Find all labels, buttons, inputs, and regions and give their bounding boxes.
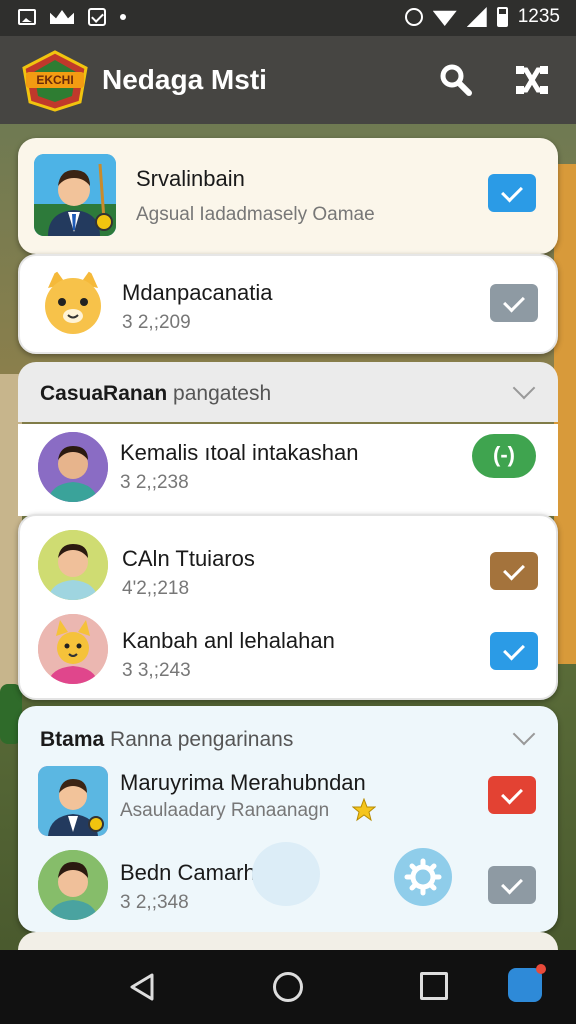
- list-item[interactable]: Srvalinbain Agsual Iadadmasely Oamae: [18, 138, 558, 254]
- shuffle-icon: [516, 66, 548, 94]
- item-checkbox[interactable]: [490, 552, 538, 590]
- wifi-icon: [432, 10, 457, 26]
- list-item[interactable]: Mdanpacanatia 3 2,;209: [18, 254, 558, 354]
- list-item[interactable]: Kanbah anl lehalahan 3 3,;243: [20, 614, 556, 698]
- item-checkbox[interactable]: [488, 866, 536, 904]
- app-logo: EKCHI: [20, 50, 90, 112]
- item-subtitle: 3 3,;243: [122, 660, 191, 681]
- item-title: Kemalis ıtoal intakashan: [120, 440, 359, 465]
- fox-avatar: [38, 614, 108, 684]
- app-title: Nedaga Msti: [102, 64, 267, 95]
- star-icon: [352, 798, 376, 822]
- toggle-button[interactable]: (-): [472, 434, 536, 478]
- navigation-bar: [0, 950, 576, 1024]
- item-subtitle: Asaulaadary Ranaanagn: [120, 800, 330, 821]
- shuffle-button[interactable]: [512, 60, 552, 100]
- chevron-down-icon[interactable]: [512, 376, 536, 400]
- chevron-down-icon[interactable]: [512, 722, 536, 746]
- signal-icon: [466, 7, 487, 27]
- settings-fab[interactable]: [394, 848, 452, 906]
- item-title: Kanbah anl lehalahan: [122, 628, 335, 653]
- item-subtitle: 3 2,;209: [122, 312, 191, 333]
- cat-avatar: [38, 268, 108, 338]
- man-suit-avatar: [34, 154, 116, 236]
- list-item[interactable]: CAln Ttuiaros 4'2,;218: [20, 526, 556, 616]
- list-group: CAln Ttuiaros 4'2,;218 Kanbah anl lehala…: [18, 514, 558, 700]
- item-subtitle: 4'2,;218: [122, 578, 190, 599]
- item-title: Mdanpacanatia: [122, 280, 273, 305]
- item-checkbox[interactable]: [488, 776, 536, 814]
- list-item[interactable]: Maruyrima Merahubndan Asaulaadary Ranaan…: [18, 762, 558, 852]
- gear-icon: [404, 858, 442, 896]
- app-bar: EKCHI Nedaga Msti: [0, 36, 576, 124]
- item-subtitle: 3 2,;348: [120, 892, 189, 913]
- floating-button-ghost: [252, 842, 320, 906]
- image-icon: [18, 9, 36, 25]
- man-avatar: [38, 530, 108, 600]
- item-checkbox[interactable]: [488, 174, 536, 212]
- man-suit-avatar: [38, 766, 108, 836]
- man-avatar: [38, 850, 108, 920]
- check-box-icon: [88, 8, 106, 26]
- crown-icon: [50, 10, 74, 24]
- svg-text:EKCHI: EKCHI: [36, 73, 73, 87]
- item-title: CAln Ttuiaros: [122, 546, 255, 571]
- item-checkbox[interactable]: [490, 632, 538, 670]
- search-icon: [440, 64, 472, 96]
- item-title: Srvalinbain: [136, 166, 245, 191]
- man-avatar: [38, 432, 108, 502]
- section-title: Btama Ranna pengarinans: [40, 728, 294, 751]
- status-bar: 1235: [0, 0, 576, 36]
- home-button[interactable]: [273, 972, 303, 1002]
- item-subtitle: Agsual Iadadmasely Oamae: [136, 204, 375, 225]
- item-subtitle: 3 2,;238: [120, 472, 189, 493]
- item-title: Maruyrima Merahubndan: [120, 770, 366, 795]
- battery-icon: [496, 7, 508, 27]
- back-button[interactable]: [128, 972, 156, 1002]
- status-time: 1235: [517, 6, 560, 27]
- item-checkbox[interactable]: [490, 284, 538, 322]
- section-header[interactable]: CasuaRanan pangatesh: [18, 362, 558, 422]
- app-shortcut-icon[interactable]: [508, 964, 546, 1002]
- list-item[interactable]: Kemalis ıtoal intakashan 3 2,;238 (-): [18, 424, 558, 516]
- alarm-icon: [404, 8, 423, 26]
- recent-apps-button[interactable]: [420, 972, 448, 1000]
- search-button[interactable]: [436, 60, 476, 100]
- dot-icon: [120, 14, 126, 20]
- section-title: CasuaRanan pangatesh: [40, 382, 272, 405]
